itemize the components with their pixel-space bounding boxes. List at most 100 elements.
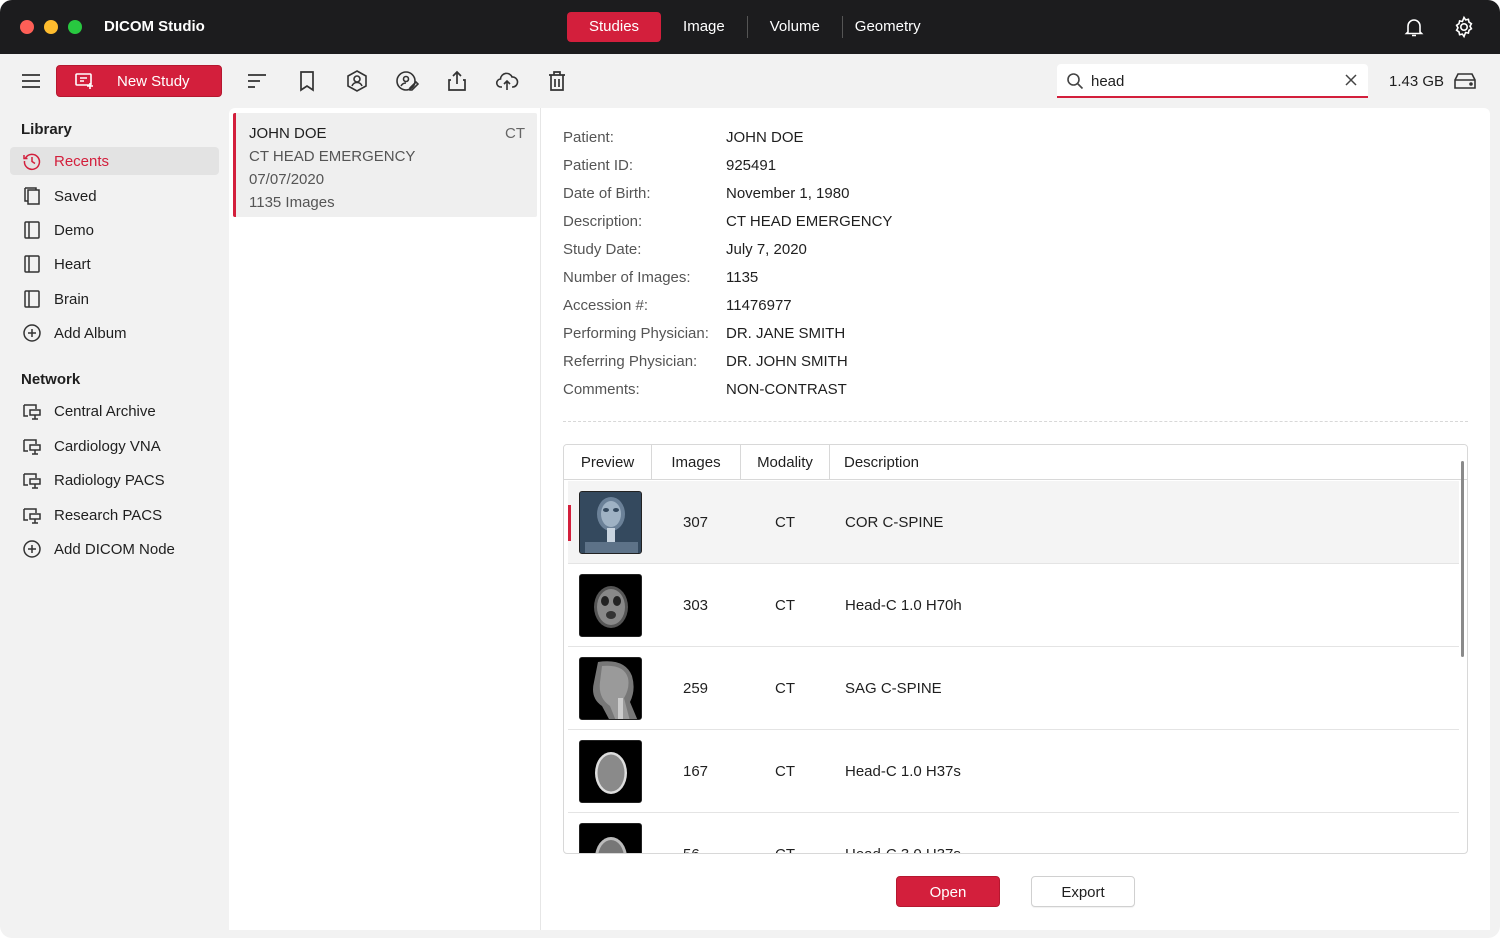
table-row[interactable]: 56 CT Head-C 3.0 H37s	[568, 813, 1459, 853]
table-scrollbar[interactable]	[1461, 461, 1464, 657]
sidebar-item-research-pacs[interactable]: Research PACS	[10, 501, 219, 529]
sidebar-item-central-archive[interactable]: Central Archive	[10, 397, 219, 425]
sidebar-item-label: Central Archive	[54, 402, 156, 420]
bookmark-icon[interactable]	[295, 69, 319, 93]
album-icon	[24, 221, 40, 239]
album-icon	[24, 290, 40, 308]
study-image-count: 1135 Images	[249, 194, 335, 211]
sidebar-item-radiology-pacs[interactable]: Radiology PACS	[10, 466, 219, 494]
axial-head-bone-preview	[579, 574, 642, 637]
table-row[interactable]: 259 CT SAG C-SPINE	[568, 647, 1459, 730]
bell-icon[interactable]	[1402, 15, 1426, 39]
detail-value: DR. JOHN SMITH	[726, 353, 848, 370]
study-date: 07/07/2020	[249, 171, 325, 188]
app-window: DICOM Studio Studies Image Volume Geomet…	[0, 0, 1500, 938]
sort-icon[interactable]	[245, 69, 269, 93]
table-row[interactable]: 307 CT COR C-SPINE	[568, 481, 1459, 564]
study-card[interactable]: JOHN DOE CT CT HEAD EMERGENCY 07/07/2020…	[233, 113, 537, 217]
storage-usage: 1.43 GB	[1389, 73, 1445, 90]
axial-head-preview	[579, 823, 642, 853]
section-divider	[563, 421, 1468, 422]
export-button[interactable]: Export	[1031, 876, 1135, 907]
detail-value: JOHN DOE	[726, 129, 804, 146]
sidebar: Library Recents Saved Demo Heart Brain A…	[0, 108, 229, 938]
row-description: SAG C-SPINE	[845, 680, 942, 697]
column-header-images[interactable]: Images	[652, 445, 741, 480]
detail-label: Description:	[563, 213, 643, 230]
title-bar: DICOM Studio Studies Image Volume Geomet…	[0, 0, 1500, 54]
study-description: CT HEAD EMERGENCY	[249, 148, 416, 165]
detail-value: 11476977	[726, 297, 792, 314]
sidebar-item-label: Add Album	[54, 324, 127, 342]
axial-head-soft-preview	[579, 740, 642, 803]
zoom-window-button[interactable]	[68, 20, 82, 34]
new-study-button[interactable]: New Study	[56, 65, 222, 97]
clear-search-icon[interactable]	[1344, 73, 1358, 87]
detail-label: Accession #:	[563, 297, 649, 314]
tab-image[interactable]: Image	[661, 12, 747, 42]
share-icon[interactable]	[445, 69, 469, 93]
row-description: Head-C 3.0 H37s	[845, 846, 961, 853]
sidebar-item-label: Brain	[54, 290, 90, 308]
cloud-upload-icon[interactable]	[495, 69, 519, 93]
plus-circle-icon	[23, 324, 41, 342]
column-header-preview[interactable]: Preview	[564, 445, 652, 480]
row-description: Head-C 1.0 H70h	[845, 597, 962, 614]
detail-label: Referring Physician:	[563, 353, 698, 370]
series-table: Preview Images Modality Description 307 …	[563, 444, 1468, 854]
saved-icon	[24, 187, 40, 205]
server-icon	[23, 508, 41, 524]
detail-value: November 1, 1980	[726, 185, 850, 202]
add-album-button[interactable]: Add Album	[10, 319, 219, 347]
sidebar-item-heart[interactable]: Heart	[10, 250, 219, 278]
anonymize-icon[interactable]	[345, 69, 369, 93]
add-dicom-node-button[interactable]: Add DICOM Node	[10, 535, 219, 563]
detail-label: Number of Images:	[563, 269, 691, 286]
edit-tag-icon[interactable]	[395, 69, 419, 93]
trash-icon[interactable]	[545, 69, 569, 93]
server-icon	[23, 439, 41, 455]
open-button[interactable]: Open	[896, 876, 1000, 907]
sidebar-item-label: Research PACS	[54, 506, 163, 524]
drive-icon[interactable]	[1453, 71, 1477, 91]
sidebar-item-label: Demo	[54, 221, 95, 239]
sidebar-item-label: Recents	[54, 152, 110, 170]
main-tabs: Studies Image Volume Geometry	[567, 12, 943, 42]
tab-volume[interactable]: Volume	[748, 12, 842, 42]
album-icon	[24, 255, 40, 273]
detail-value: 1135	[726, 269, 759, 286]
menu-icon[interactable]	[20, 70, 42, 92]
study-modality: CT	[505, 125, 525, 142]
search-input[interactable]	[1091, 70, 1331, 92]
tab-studies[interactable]: Studies	[567, 12, 662, 42]
sidebar-item-demo[interactable]: Demo	[10, 216, 219, 244]
minimize-window-button[interactable]	[44, 20, 58, 34]
sidebar-item-brain[interactable]: Brain	[10, 285, 219, 313]
row-modality: CT	[775, 763, 795, 780]
server-icon	[23, 404, 41, 420]
clock-icon	[23, 153, 41, 171]
detail-label: Comments:	[563, 381, 640, 398]
sidebar-item-cardiology-vna[interactable]: Cardiology VNA	[10, 432, 219, 460]
column-header-modality[interactable]: Modality	[741, 445, 830, 480]
sidebar-item-label: Radiology PACS	[54, 471, 165, 489]
study-details: Patient: JOHN DOE Patient ID: 925491 Dat…	[541, 108, 1490, 930]
search-icon	[1067, 73, 1084, 90]
close-window-button[interactable]	[20, 20, 34, 34]
row-images: 303	[683, 597, 709, 614]
study-patient-name: JOHN DOE	[249, 125, 327, 142]
gear-icon[interactable]	[1452, 15, 1476, 39]
column-header-description[interactable]: Description	[830, 445, 1467, 480]
tab-geometry[interactable]: Geometry	[843, 12, 943, 42]
detail-label: Patient ID:	[563, 157, 634, 174]
row-modality: CT	[775, 514, 795, 531]
table-row[interactable]: 303 CT Head-C 1.0 H70h	[568, 564, 1459, 647]
plus-circle-icon	[23, 540, 41, 558]
row-modality: CT	[775, 846, 795, 853]
sidebar-item-saved[interactable]: Saved	[10, 182, 219, 210]
row-modality: CT	[775, 680, 795, 697]
sidebar-item-recents[interactable]: Recents	[10, 147, 219, 175]
row-images: 259	[683, 680, 709, 697]
app-title: DICOM Studio	[104, 18, 205, 35]
table-row[interactable]: 167 CT Head-C 1.0 H37s	[568, 730, 1459, 813]
